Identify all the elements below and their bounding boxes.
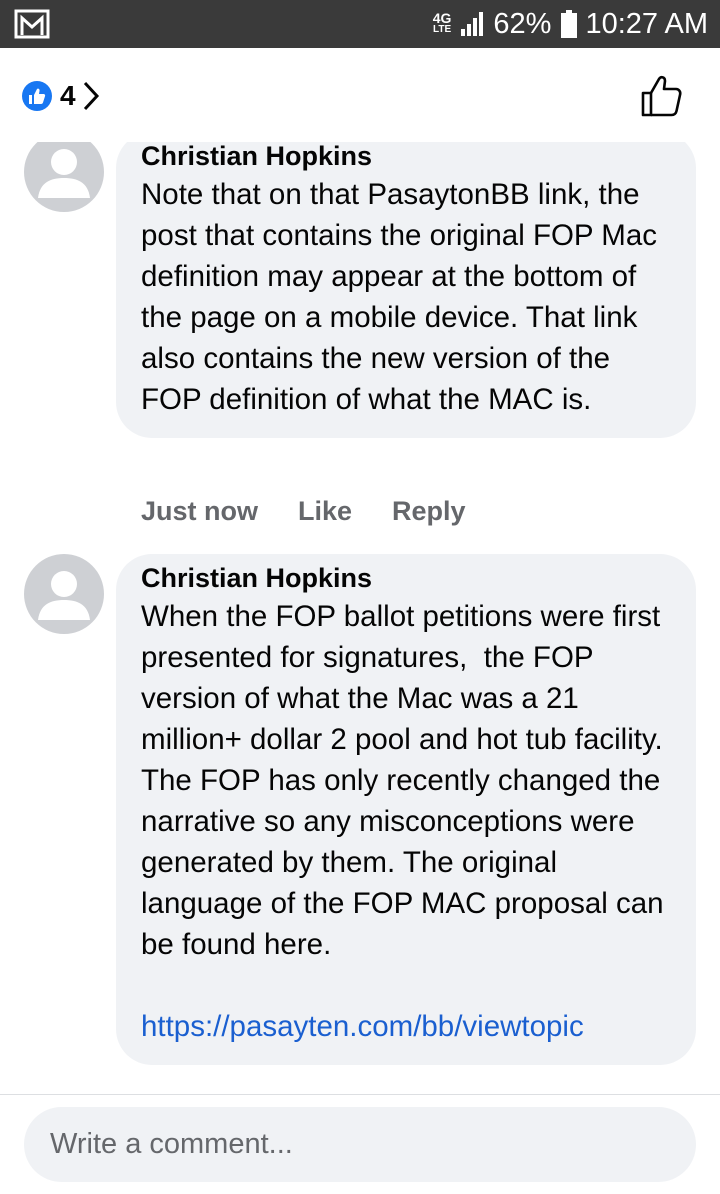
comment-actions: Just now Like Reply <box>141 496 466 527</box>
status-bar: 4G LTE 62% 10:27 AM <box>0 0 720 48</box>
network-type: 4G LTE <box>432 10 452 35</box>
comment-text: Note that on that PasaytonBB link, the p… <box>141 178 666 416</box>
comment-link[interactable]: https://pasayten.com/bb/viewtopic <box>141 1006 670 1047</box>
like-link[interactable]: Like <box>298 496 352 527</box>
comment-timestamp: Just now <box>141 496 259 526</box>
comment-bubble: Christian Hopkins When the FOP ballot pe… <box>116 554 696 1065</box>
comment-input[interactable] <box>24 1107 696 1182</box>
like-reaction-icon <box>22 81 52 111</box>
battery-percent: 62% <box>493 7 552 40</box>
default-avatar-icon <box>38 571 90 620</box>
battery-icon <box>561 10 578 38</box>
thumbs-up-outline-icon[interactable] <box>640 74 684 118</box>
comment-author[interactable]: Christian Hopkins <box>141 560 670 596</box>
clock: 10:27 AM <box>585 7 708 40</box>
reaction-count: 4 <box>60 80 76 111</box>
gmail-icon <box>14 9 50 39</box>
avatar[interactable] <box>24 142 104 212</box>
avatar[interactable] <box>24 554 104 634</box>
chevron-right-icon <box>83 81 99 111</box>
reply-link[interactable]: Reply <box>392 496 466 527</box>
default-avatar-icon <box>38 149 90 198</box>
reactions-summary[interactable]: 4 <box>22 80 100 112</box>
comments-header: 4 <box>0 48 720 142</box>
signal-icon <box>461 12 484 36</box>
comments-list: Christian Hopkins Note that on that Pasa… <box>0 142 720 1094</box>
comment-author[interactable]: Christian Hopkins <box>141 142 670 174</box>
comment-bubble: Christian Hopkins Note that on that Pasa… <box>116 142 696 438</box>
comment-text: When the FOP ballot petitions were first… <box>141 600 672 961</box>
comment-composer <box>0 1094 720 1194</box>
